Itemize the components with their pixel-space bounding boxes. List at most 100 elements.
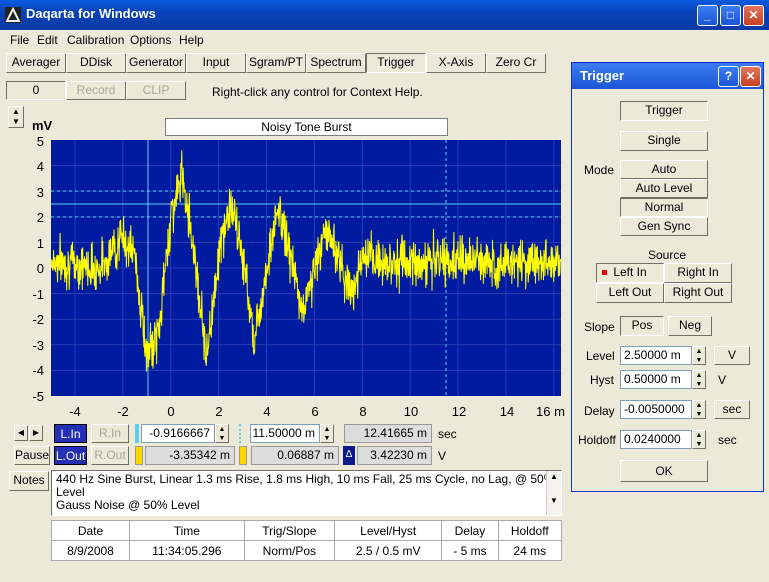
notes-line: 440 Hz Sine Burst, Linear 1.3 ms Rise, 1… (56, 472, 555, 499)
y-tick-label: -2 (32, 312, 44, 327)
tab-ddisk[interactable]: DDisk (66, 53, 126, 73)
delta-x-display: 12.41665 m (344, 424, 432, 443)
cursor-2-spinner[interactable]: ▲ ▼ (320, 424, 334, 443)
notes-textarea[interactable]: 440 Hz Sine Burst, Linear 1.3 ms Rise, 1… (51, 470, 562, 516)
level-input[interactable]: 2.50000 m (620, 346, 692, 365)
table-cell: 8/9/2008 (51, 540, 130, 561)
plot-title[interactable]: Noisy Tone Burst (165, 118, 448, 136)
tab-zero-cr[interactable]: Zero Cr (486, 53, 546, 73)
x-tick-label: 2 (215, 404, 223, 419)
record-button[interactable]: Record (66, 81, 126, 100)
cursor-1-y-display: -3.35342 m (145, 446, 235, 465)
trigger-close-button[interactable]: ✕ (740, 66, 761, 87)
scroll-right-button[interactable]: ▶ (29, 425, 43, 441)
right-out-toggle[interactable]: R.Out (91, 446, 129, 465)
x-tick-label: 16 m (536, 404, 565, 419)
mode-gen-sync-button[interactable]: Gen Sync (620, 217, 708, 236)
mode-label: Mode (584, 163, 615, 177)
hyst-input[interactable]: 0.50000 m (620, 370, 692, 389)
pause-button[interactable]: Pause (14, 446, 50, 465)
holdoff-spinner[interactable]: ▲ ▼ (692, 430, 706, 449)
holdoff-unit-label: sec (718, 433, 737, 447)
help-button[interactable]: ? (718, 66, 739, 87)
holdoff-input[interactable]: 0.0240000 (620, 430, 692, 449)
menu-help[interactable]: Help (179, 33, 204, 47)
x-tick-label: -4 (69, 404, 81, 419)
waveform-plot[interactable] (51, 140, 561, 396)
menu-calibration[interactable]: Calibration (67, 33, 124, 47)
x-tick-label: 12 (451, 404, 467, 419)
trigger-enable-button[interactable]: Trigger (620, 101, 708, 121)
close-button[interactable]: ✕ (743, 5, 764, 26)
tab-sgram[interactable]: Sgram/PT (246, 53, 306, 73)
scroll-left-button[interactable]: ◀ (14, 425, 28, 441)
delay-spinner[interactable]: ▲ ▼ (692, 400, 706, 419)
right-in-toggle[interactable]: R.In (91, 424, 129, 443)
source-right-out-button[interactable]: Right Out (664, 283, 732, 303)
delay-label: Delay (584, 404, 615, 418)
menu-edit[interactable]: Edit (37, 33, 58, 47)
source-right-in-button[interactable]: Right In (664, 263, 732, 283)
y-tick-label: 2 (36, 210, 44, 225)
delta-icon[interactable]: Δ (343, 446, 355, 465)
app-logo-icon (5, 7, 21, 23)
source-label: Source (648, 248, 687, 262)
x-tick-label: 8 (359, 404, 367, 419)
tab-generator[interactable]: Generator (126, 53, 186, 73)
left-in-toggle[interactable]: L.In (54, 424, 87, 443)
delta-y-display: 3.42230 m (357, 446, 432, 465)
table-cell: 11:34:05.296 (128, 540, 245, 561)
delay-input[interactable]: -0.0050000 (620, 400, 692, 419)
table-header: Date (51, 520, 130, 541)
x-tick-label: 14 (499, 404, 515, 419)
tab-x-axis[interactable]: X-Axis (426, 53, 486, 73)
slope-neg-button[interactable]: Neg (668, 316, 712, 336)
source-left-in-button[interactable]: Left In (596, 263, 664, 283)
hyst-spinner[interactable]: ▲ ▼ (692, 370, 706, 389)
mode-normal-button[interactable]: Normal (620, 198, 708, 217)
tab-spectrum[interactable]: Spectrum (306, 53, 366, 73)
tab-averager[interactable]: Averager (6, 53, 66, 73)
notes-button[interactable]: Notes (9, 471, 49, 491)
waveform-trace (51, 150, 561, 372)
left-out-toggle[interactable]: L.Out (54, 446, 87, 465)
tab-trigger[interactable]: Trigger (366, 53, 426, 73)
delay-unit-button[interactable]: sec (714, 400, 750, 419)
tab-input[interactable]: Input (186, 53, 246, 73)
mode-auto-level-button[interactable]: Auto Level (620, 179, 708, 198)
level-spinner[interactable]: ▲ ▼ (692, 346, 706, 365)
y-tick-label: -5 (32, 389, 44, 404)
y-tick-label: -3 (32, 338, 44, 353)
mode-auto-button[interactable]: Auto (620, 160, 708, 179)
table-cell: Norm/Pos (243, 540, 336, 561)
help-text: Right-click any control for Context Help… (212, 85, 423, 99)
slope-pos-button[interactable]: Pos (620, 316, 664, 336)
table-cell: - 5 ms (441, 540, 499, 561)
trigger-dialog-title: Trigger (580, 68, 625, 83)
level-unit-button[interactable]: V (714, 346, 750, 365)
cursor-2-y-color (239, 446, 247, 465)
y-tick-label: 0 (36, 261, 44, 276)
single-button[interactable]: Single (620, 131, 708, 151)
title-bar: Daqarta for Windows _ □ ✕ (0, 0, 769, 30)
menu-options[interactable]: Options (130, 33, 171, 47)
notes-scrollbar[interactable]: ▲ ▼ (546, 471, 561, 515)
cursor-2-x-field[interactable]: 11.50000 m (250, 424, 320, 443)
menu-file[interactable]: File (10, 33, 29, 47)
minimize-button[interactable]: _ (697, 5, 718, 26)
x-tick-label: -2 (117, 404, 129, 419)
clip-indicator: CLIP (126, 81, 186, 100)
table-header: Holdoff (497, 520, 563, 541)
y-tick-label: 5 (36, 134, 44, 149)
ok-button[interactable]: OK (620, 460, 708, 482)
y-scale-spinner[interactable]: ▲ ▼ (8, 106, 24, 128)
cursor-1-spinner[interactable]: ▲ ▼ (215, 424, 229, 443)
active-indicator-icon (602, 270, 607, 275)
cursor-2-color (239, 424, 242, 443)
maximize-button[interactable]: □ (720, 5, 741, 26)
cursor-1-x-field[interactable]: -0.9166667 m (141, 424, 215, 456)
holdoff-label: Holdoff (578, 433, 616, 447)
notes-line: Gauss Noise @ 50% Level (56, 498, 200, 512)
y-tick-label: 1 (36, 236, 44, 251)
source-left-out-button[interactable]: Left Out (596, 283, 664, 303)
